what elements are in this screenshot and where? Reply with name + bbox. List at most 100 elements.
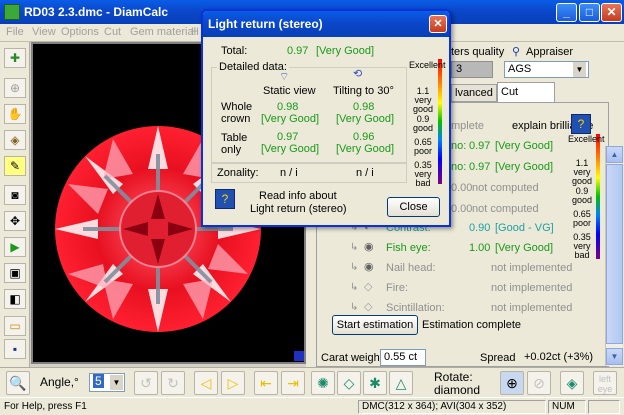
whole-tilt-value: 0.98: [353, 101, 375, 113]
layers-icon[interactable]: ⊘: [527, 371, 551, 395]
close-button[interactable]: ✕: [601, 3, 622, 22]
scale-poor: poor: [572, 218, 591, 228]
scroll-up-icon[interactable]: ▲: [606, 146, 623, 163]
menu-cut[interactable]: Cut: [104, 26, 121, 38]
angle-select[interactable]: 5 ▼: [89, 373, 125, 392]
dialog-title-bar[interactable]: Light return (stereo) ✕: [203, 11, 449, 37]
tab-advanced-2[interactable]: lvanced 2: [451, 84, 497, 115]
menu-view[interactable]: View: [32, 26, 56, 38]
row-fish-eye-grade: [Very Good]: [495, 242, 554, 254]
info-line-2[interactable]: Light return (stereo): [250, 203, 347, 215]
tab-cut-quality[interactable]: Cut Quality: [497, 82, 555, 116]
chevron-down-icon: ▼: [573, 62, 586, 77]
gem-view-icon[interactable]: ◈: [560, 371, 584, 395]
static-view-icon: ⌔: [279, 71, 290, 83]
save-icon[interactable]: ▪: [4, 339, 26, 359]
view-bottom-icon[interactable]: ✱: [363, 371, 387, 395]
book-icon[interactable]: ?: [215, 189, 235, 209]
flip-right-icon[interactable]: ⇥: [281, 371, 305, 395]
flip-left-icon[interactable]: ⇤: [254, 371, 278, 395]
window-title: RD03 2.3.dmc - DiamCalc: [24, 5, 169, 19]
fish-eye-icon: ◉: [364, 241, 374, 253]
video-icon[interactable]: ▣: [4, 263, 26, 283]
menu-options[interactable]: Options: [61, 26, 99, 38]
row-whole-label: Whole: [221, 101, 253, 113]
rotate-label: Rotate:: [434, 370, 473, 384]
table-tilt-grade: [Very Good]: [336, 143, 395, 155]
left-toolbar: ✚ ⊕ ✋ ◈ ✎ ◙ ✥ ▶ ▣ ◧ ▭ ▪: [0, 42, 30, 367]
left-eye-button[interactable]: left eye: [593, 371, 617, 395]
menu-file[interactable]: File: [6, 26, 24, 38]
dialog-scale-excellent: Excellent: [409, 60, 446, 70]
gem-icon[interactable]: ◈: [4, 130, 26, 150]
view-top-icon[interactable]: ✺: [311, 371, 335, 395]
rotate-cw-icon[interactable]: ↻: [161, 371, 185, 395]
carat-weight-field[interactable]: 0.55 ct: [380, 349, 426, 366]
rotate-ccw-icon[interactable]: ↺: [134, 371, 158, 395]
arrow-icon: ↳: [350, 302, 359, 313]
dialog-scale-very-bad: very bad: [414, 169, 432, 188]
rotate-target: diamond: [434, 383, 481, 397]
menu-h[interactable]: H: [191, 26, 199, 38]
grade-field[interactable]: 3: [451, 61, 493, 78]
scale-very-good: very good: [571, 167, 593, 186]
start-estimation-button[interactable]: Start estimation: [332, 315, 418, 335]
row-3-grade: not computed: [472, 182, 539, 194]
book-icon[interactable]: ?: [571, 114, 591, 134]
vertical-scrollbar[interactable]: ▲ ▼: [605, 146, 623, 366]
arrow-icon: ↳: [350, 242, 359, 253]
tilt-right-icon[interactable]: ▷: [221, 371, 245, 395]
status-help: For Help, press F1: [4, 401, 87, 412]
camera-icon[interactable]: ◙: [4, 185, 26, 205]
row-brilliance2-grade: [Very Good]: [495, 161, 554, 173]
fire-icon: ◇: [364, 281, 373, 293]
row-brilliance2-label: no:: [451, 161, 467, 173]
dialog-close-icon[interactable]: ✕: [429, 15, 447, 33]
crosshair-icon[interactable]: ⊕: [500, 371, 524, 395]
info-line-1[interactable]: Read info about: [259, 190, 337, 202]
dialog-title: Light return (stereo): [208, 17, 323, 31]
zoom-icon[interactable]: ⊕: [4, 78, 26, 98]
row-4-value: 0.00: [451, 203, 473, 215]
angle-label: Angle,°: [40, 375, 79, 389]
chevron-down-icon: ▼: [110, 375, 123, 390]
scroll-down-icon[interactable]: ▼: [606, 348, 623, 365]
appraiser-icon: ⚲: [512, 46, 521, 58]
status-bar: For Help, press F1 DMC(312 x 364); AVI(3…: [0, 397, 624, 415]
nail-head-icon: ◉: [364, 261, 374, 273]
scintillation-icon: ◇: [364, 301, 373, 313]
col-tilting: Tilting to 30°: [333, 85, 394, 97]
row-scintillation-grade: not implemented: [491, 302, 573, 314]
row-3-value: 0.00: [451, 182, 473, 194]
model-icon[interactable]: ✚: [4, 48, 26, 68]
total-label: Total:: [221, 45, 248, 57]
scale-very-bad: very bad: [573, 241, 591, 260]
scroll-thumb[interactable]: [606, 164, 623, 344]
row-fish-eye-value: 1.00: [469, 242, 491, 254]
row-contrast-grade: [Good - VG]: [495, 222, 554, 234]
table-static-value: 0.97: [277, 131, 299, 143]
zonality-tilt-value: n / i: [356, 167, 374, 179]
angle-value: 5: [93, 374, 104, 388]
row-brilliance2-value: 0.97: [469, 161, 491, 173]
row-nail-head-label: Nail head:: [386, 262, 436, 274]
quality-scale: [596, 134, 600, 259]
view-side-icon[interactable]: ◇: [337, 371, 361, 395]
row-brilliance-label: no:: [451, 140, 467, 152]
zoom-icon[interactable]: 🔍: [6, 371, 30, 395]
appraiser-label[interactable]: Appraiser: [526, 46, 573, 58]
tilting-icon: ⟲: [353, 68, 363, 80]
complete-label: mplete: [451, 120, 485, 132]
move-icon[interactable]: ✥: [4, 211, 26, 231]
minimize-button[interactable]: _: [556, 3, 577, 22]
appraiser-select[interactable]: AGS ▼: [504, 61, 589, 78]
tilt-left-icon[interactable]: ◁: [194, 371, 218, 395]
scale-excellent: Excellent: [568, 134, 605, 144]
view-profile-icon[interactable]: △: [389, 371, 413, 395]
dialog-close-button[interactable]: Close: [387, 197, 440, 217]
play-icon[interactable]: ▶: [4, 237, 26, 257]
maximize-button[interactable]: □: [579, 3, 600, 22]
menu-gem-material[interactable]: Gem material: [130, 26, 196, 38]
dialog-quality-scale: [438, 59, 442, 184]
hand-icon[interactable]: ✋: [4, 104, 26, 124]
